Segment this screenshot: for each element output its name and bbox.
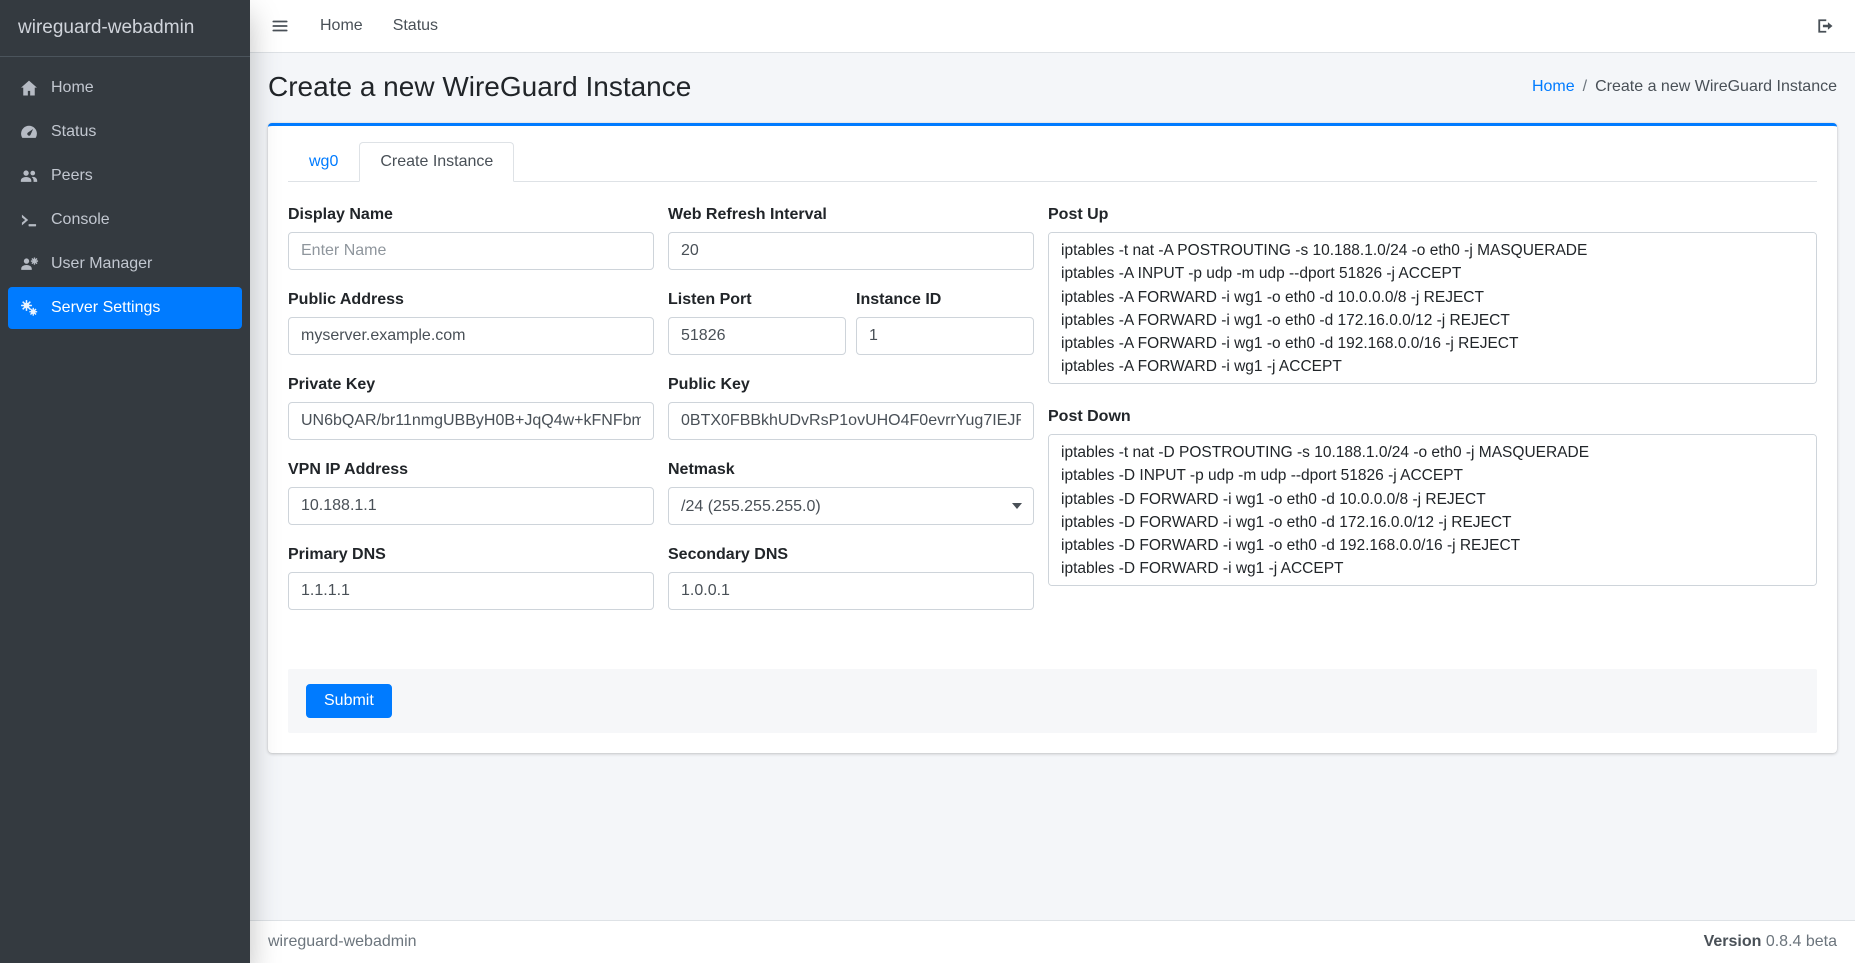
post-down-textarea[interactable]: [1048, 434, 1817, 586]
public-key-input[interactable]: [668, 402, 1034, 440]
public-key-label: Public Key: [668, 376, 1034, 394]
post-up-label: Post Up: [1048, 206, 1817, 224]
public-address-input[interactable]: [288, 317, 654, 355]
breadcrumb: Home / Create a new WireGuard Instance: [1532, 78, 1837, 96]
logout-icon[interactable]: [1815, 16, 1835, 36]
brand-link[interactable]: wireguard-webadmin: [0, 0, 250, 57]
tab-wg0[interactable]: wg0: [288, 142, 359, 182]
tachometer-icon: [18, 122, 40, 142]
post-up-textarea[interactable]: [1048, 232, 1817, 384]
page-title: Create a new WireGuard Instance: [268, 71, 691, 103]
brand-text: wireguard-webadmin: [18, 17, 194, 39]
listen-port-label: Listen Port: [668, 291, 846, 309]
form-footer: Submit: [288, 669, 1817, 733]
sidebar-item-label: Home: [51, 79, 94, 97]
netmask-select[interactable]: /24 (255.255.255.0): [668, 487, 1034, 525]
content: Create a new WireGuard Instance Home / C…: [250, 53, 1855, 920]
footer-version-value: 0.8.4 beta: [1766, 933, 1837, 950]
cogs-icon: [18, 298, 40, 318]
listen-port-input[interactable]: [668, 317, 846, 355]
breadcrumb-current: Create a new WireGuard Instance: [1595, 78, 1837, 96]
page-footer: wireguard-webadmin Version 0.8.4 beta: [250, 920, 1855, 963]
sidebar: wireguard-webadmin Home Status Peers Co: [0, 0, 250, 963]
tab-bar: wg0 Create Instance: [288, 142, 1817, 182]
instance-card: wg0 Create Instance Display Name Public …: [268, 123, 1837, 753]
footer-brand: wireguard-webadmin: [268, 933, 417, 951]
sidebar-item-label: Server Settings: [51, 299, 160, 317]
private-key-input[interactable]: [288, 402, 654, 440]
netmask-select-wrap: /24 (255.255.255.0): [668, 487, 1034, 525]
menu-icon[interactable]: [270, 16, 290, 36]
home-icon: [18, 78, 40, 98]
display-name-input[interactable]: [288, 232, 654, 270]
sidebar-item-label: User Manager: [51, 255, 152, 273]
breadcrumb-separator: /: [1583, 78, 1587, 96]
terminal-icon: [18, 210, 40, 230]
form-column-left: Display Name Public Address Private Key …: [288, 206, 654, 631]
post-down-label: Post Down: [1048, 408, 1817, 426]
footer-version-label: Version: [1704, 933, 1762, 950]
sidebar-nav: Home Status Peers Console User Manager: [0, 57, 250, 341]
user-manager-icon: [18, 254, 40, 274]
private-key-label: Private Key: [288, 376, 654, 394]
footer-version: Version 0.8.4 beta: [1704, 933, 1837, 951]
primary-dns-label: Primary DNS: [288, 546, 654, 564]
web-refresh-interval-label: Web Refresh Interval: [668, 206, 1034, 224]
sidebar-item-label: Console: [51, 211, 110, 229]
web-refresh-interval-input[interactable]: [668, 232, 1034, 270]
sidebar-item-peers[interactable]: Peers: [8, 155, 242, 197]
content-header: Create a new WireGuard Instance Home / C…: [268, 53, 1837, 123]
navbar-link-home[interactable]: Home: [320, 17, 363, 35]
tab-create-instance[interactable]: Create Instance: [359, 142, 514, 182]
vpn-ip-label: VPN IP Address: [288, 461, 654, 479]
sidebar-item-status[interactable]: Status: [8, 111, 242, 153]
breadcrumb-home-link[interactable]: Home: [1532, 78, 1575, 96]
netmask-label: Netmask: [668, 461, 1034, 479]
secondary-dns-input[interactable]: [668, 572, 1034, 610]
display-name-label: Display Name: [288, 206, 654, 224]
form-column-right: Post Up Post Down: [1048, 206, 1817, 631]
navbar-link-status[interactable]: Status: [393, 17, 438, 35]
sidebar-item-label: Peers: [51, 167, 93, 185]
instance-form: Display Name Public Address Private Key …: [288, 206, 1817, 631]
sidebar-item-user-manager[interactable]: User Manager: [8, 243, 242, 285]
primary-dns-input[interactable]: [288, 572, 654, 610]
instance-id-label: Instance ID: [856, 291, 1034, 309]
sidebar-item-console[interactable]: Console: [8, 199, 242, 241]
sidebar-item-server-settings[interactable]: Server Settings: [8, 287, 242, 329]
sidebar-item-home[interactable]: Home: [8, 67, 242, 109]
form-column-middle: Web Refresh Interval Listen Port Instanc…: [668, 206, 1034, 631]
public-address-label: Public Address: [288, 291, 654, 309]
instance-id-input[interactable]: [856, 317, 1034, 355]
secondary-dns-label: Secondary DNS: [668, 546, 1034, 564]
main-area: Home Status Create a new WireGuard Insta…: [250, 0, 1855, 963]
vpn-ip-input[interactable]: [288, 487, 654, 525]
submit-button[interactable]: Submit: [306, 684, 392, 718]
sidebar-item-label: Status: [51, 123, 96, 141]
top-navbar: Home Status: [250, 0, 1855, 53]
users-icon: [18, 166, 40, 186]
